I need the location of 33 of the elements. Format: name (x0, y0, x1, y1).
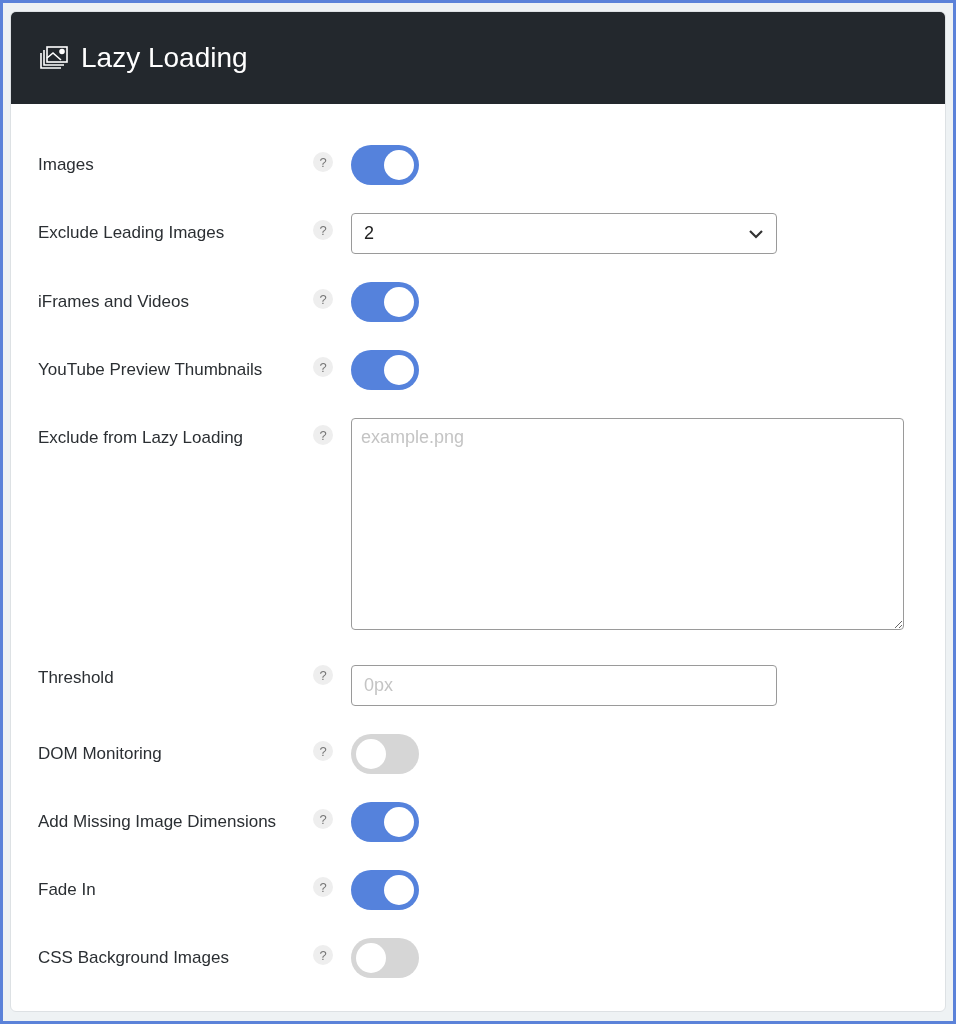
help-icon[interactable]: ? (313, 945, 333, 965)
setting-label: iFrames and Videos (38, 291, 190, 313)
setting-label: DOM Monitoring (38, 743, 163, 765)
toggle-switch[interactable] (351, 734, 419, 774)
toggle-switch[interactable] (351, 145, 419, 185)
toggle-switch[interactable] (351, 282, 419, 322)
panel-title: Lazy Loading (81, 42, 248, 74)
setting-label: Threshold (38, 667, 115, 689)
setting-label: Exclude from Lazy Loading (38, 427, 245, 449)
setting-label: Add Missing Image Dimensions (38, 811, 278, 833)
setting-label: Fade In (38, 879, 97, 901)
help-icon[interactable]: ? (313, 877, 333, 897)
input-field[interactable]: 0px (351, 665, 777, 706)
help-icon[interactable]: ? (313, 152, 333, 172)
toggle-switch[interactable] (351, 802, 419, 842)
toggle-switch[interactable] (351, 870, 419, 910)
toggle-switch[interactable] (351, 938, 419, 978)
setting-label: Images (38, 154, 95, 176)
select-field[interactable]: 2 (351, 213, 777, 254)
help-icon[interactable]: ? (313, 357, 333, 377)
chevron-down-icon (748, 228, 764, 239)
help-icon[interactable]: ? (313, 741, 333, 761)
toggle-switch[interactable] (351, 350, 419, 390)
setting-label: CSS Background Images (38, 947, 230, 969)
help-icon[interactable]: ? (313, 809, 333, 829)
help-icon[interactable]: ? (313, 665, 333, 685)
help-icon[interactable]: ? (313, 220, 333, 240)
help-icon[interactable]: ? (313, 289, 333, 309)
setting-label: Exclude Leading Images (38, 222, 226, 244)
textarea-field[interactable]: example.png (351, 418, 904, 630)
images-icon (39, 45, 69, 71)
setting-label: YouTube Preview Thumbnails (38, 359, 264, 381)
help-icon[interactable]: ? (313, 425, 333, 445)
